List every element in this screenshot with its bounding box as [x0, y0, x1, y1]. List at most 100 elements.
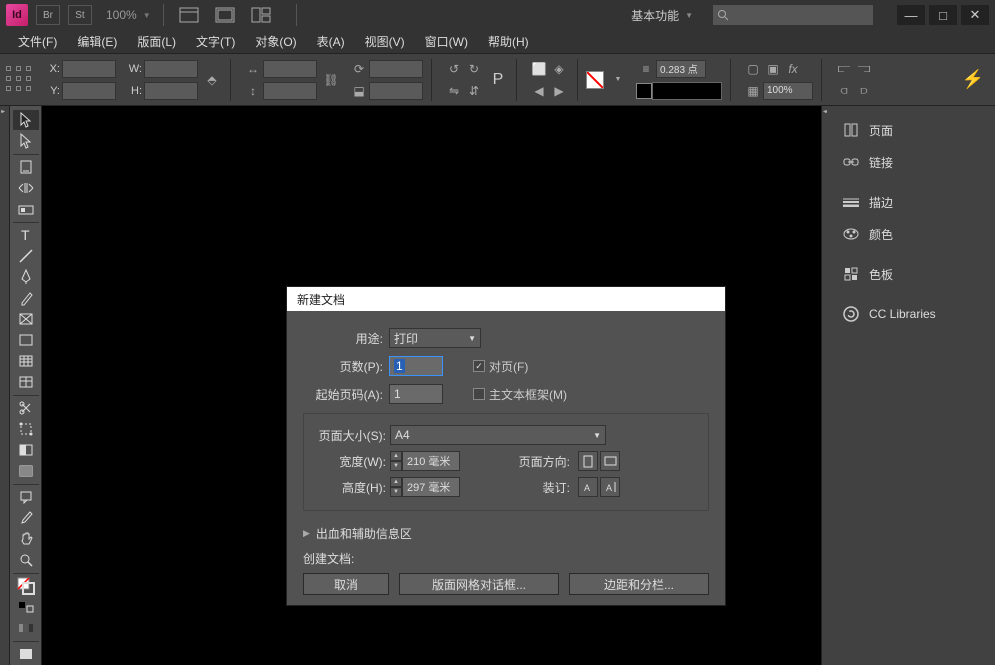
- page-tool[interactable]: [13, 157, 39, 177]
- bleed-section-toggle[interactable]: ▶ 出血和辅助信息区: [303, 525, 709, 542]
- bridge-button[interactable]: Br: [36, 5, 60, 25]
- menu-file[interactable]: 文件(F): [8, 33, 67, 50]
- menu-view[interactable]: 视图(V): [355, 33, 415, 50]
- binding-rtl[interactable]: A: [600, 477, 620, 497]
- menu-window[interactable]: 窗口(W): [415, 33, 478, 50]
- type-tool[interactable]: T: [13, 225, 39, 245]
- wrap-none-icon[interactable]: ▢: [743, 59, 763, 79]
- stroke-style-field[interactable]: [652, 82, 722, 100]
- quick-apply-icon[interactable]: ⚡: [961, 65, 985, 95]
- hand-tool[interactable]: [13, 529, 39, 549]
- align-top-icon[interactable]: ⫏: [834, 81, 854, 101]
- rotate-cw-icon[interactable]: ↻: [464, 59, 484, 79]
- pencil-tool[interactable]: [13, 288, 39, 308]
- view-options-button[interactable]: [176, 4, 202, 26]
- fill-swatch[interactable]: [586, 71, 604, 89]
- pages-input[interactable]: 1: [389, 356, 443, 376]
- panel-color[interactable]: 颜色: [831, 218, 995, 250]
- line-tool[interactable]: [13, 246, 39, 266]
- wrap-bbox-icon[interactable]: ▣: [763, 59, 783, 79]
- workspace-switcher[interactable]: 基本功能▼: [621, 7, 703, 24]
- orientation-portrait[interactable]: [578, 451, 598, 471]
- panel-stroke[interactable]: 描边: [831, 186, 995, 218]
- content-collector-tool[interactable]: [13, 199, 39, 219]
- gradient-feather-tool[interactable]: [13, 461, 39, 481]
- cancel-button[interactable]: 取消: [303, 573, 389, 595]
- gap-tool[interactable]: [13, 178, 39, 198]
- zoom-dropdown-icon[interactable]: ▼: [143, 11, 151, 20]
- note-tool[interactable]: [13, 487, 39, 507]
- effects-icon[interactable]: fx: [783, 59, 803, 79]
- apply-color-tool[interactable]: [13, 618, 39, 638]
- scale-y-field[interactable]: [263, 82, 317, 100]
- rotate-ccw-icon[interactable]: ↺: [444, 59, 464, 79]
- close-button[interactable]: ✕: [961, 5, 989, 25]
- panel-links[interactable]: 链接: [831, 146, 995, 178]
- y-field[interactable]: [62, 82, 116, 100]
- height-stepper[interactable]: ▲▼: [390, 477, 402, 497]
- panel-cc-libraries[interactable]: CC Libraries: [831, 298, 995, 330]
- margins-button[interactable]: 边距和分栏...: [569, 573, 709, 595]
- menu-table[interactable]: 表(A): [307, 33, 355, 50]
- panel-pages[interactable]: 页面: [831, 114, 995, 146]
- document-canvas[interactable]: 新建文档 用途: 打印▼ 页数(P): 1 ✓ 对页(F) 起始页码(A):: [42, 106, 821, 665]
- view-mode-tool[interactable]: [13, 644, 39, 664]
- direct-selection-tool[interactable]: [13, 131, 39, 151]
- pen-tool[interactable]: [13, 267, 39, 287]
- menu-help[interactable]: 帮助(H): [478, 33, 539, 50]
- selection-tool[interactable]: [13, 110, 39, 130]
- align-left-icon[interactable]: ⫍: [834, 59, 854, 79]
- constrain-icon[interactable]: ⬘: [202, 70, 222, 90]
- stock-button[interactable]: St: [68, 5, 92, 25]
- w-field[interactable]: [144, 60, 198, 78]
- default-fill-stroke-tool[interactable]: [13, 597, 39, 617]
- grid-tool[interactable]: [13, 351, 39, 371]
- reference-point[interactable]: [6, 66, 34, 94]
- eyedropper-tool[interactable]: [13, 508, 39, 528]
- opacity-field[interactable]: 100%: [763, 82, 813, 100]
- menu-layout[interactable]: 版面(L): [127, 33, 186, 50]
- intent-select[interactable]: 打印▼: [389, 328, 481, 348]
- select-content-icon[interactable]: ◈: [549, 59, 569, 79]
- p-icon[interactable]: P: [488, 70, 508, 90]
- search-input[interactable]: [713, 5, 873, 25]
- select-next-icon[interactable]: ▶: [549, 81, 569, 101]
- menu-object[interactable]: 对象(O): [245, 33, 306, 50]
- zoom-tool[interactable]: [13, 550, 39, 570]
- x-field[interactable]: [62, 60, 116, 78]
- facing-checkbox[interactable]: ✓: [473, 360, 485, 372]
- free-transform-tool[interactable]: [13, 419, 39, 439]
- align-bottom-icon[interactable]: ⫐: [854, 81, 874, 101]
- fill-dropdown-icon[interactable]: ▼: [608, 70, 628, 90]
- scissors-tool[interactable]: [13, 398, 39, 418]
- link-icon[interactable]: ⛓: [321, 70, 341, 90]
- table-tool[interactable]: [13, 372, 39, 392]
- zoom-level[interactable]: 100%: [106, 8, 137, 22]
- height-input[interactable]: 297 毫米: [402, 477, 460, 497]
- page-size-select[interactable]: A4▼: [390, 425, 606, 445]
- flip-h-icon[interactable]: ⇋: [444, 81, 464, 101]
- flip-v-icon[interactable]: ⇵: [464, 81, 484, 101]
- maximize-button[interactable]: □: [929, 5, 957, 25]
- stroke-swatch[interactable]: [636, 83, 652, 99]
- h-field[interactable]: [144, 82, 198, 100]
- tool-panel-collapse[interactable]: [0, 106, 10, 665]
- stroke-weight-field[interactable]: 0.283 点: [656, 60, 706, 78]
- shear-field[interactable]: [369, 82, 423, 100]
- align-center-icon[interactable]: ⫎: [854, 59, 874, 79]
- rotate-field[interactable]: [369, 60, 423, 78]
- menu-type[interactable]: 文字(T): [186, 33, 245, 50]
- minimize-button[interactable]: —: [897, 5, 925, 25]
- width-input[interactable]: 210 毫米: [402, 451, 460, 471]
- layout-grid-button[interactable]: 版面网格对话框...: [399, 573, 559, 595]
- arrange-button[interactable]: [248, 4, 274, 26]
- screen-mode-button[interactable]: [212, 4, 238, 26]
- select-container-icon[interactable]: ⬜: [529, 59, 549, 79]
- fill-stroke-tool[interactable]: [13, 576, 39, 596]
- textframe-checkbox[interactable]: [473, 388, 485, 400]
- binding-ltr[interactable]: A: [578, 477, 598, 497]
- right-panel-collapse[interactable]: [821, 106, 831, 665]
- rectangle-tool[interactable]: [13, 330, 39, 350]
- scale-x-field[interactable]: [263, 60, 317, 78]
- select-prev-icon[interactable]: ◀: [529, 81, 549, 101]
